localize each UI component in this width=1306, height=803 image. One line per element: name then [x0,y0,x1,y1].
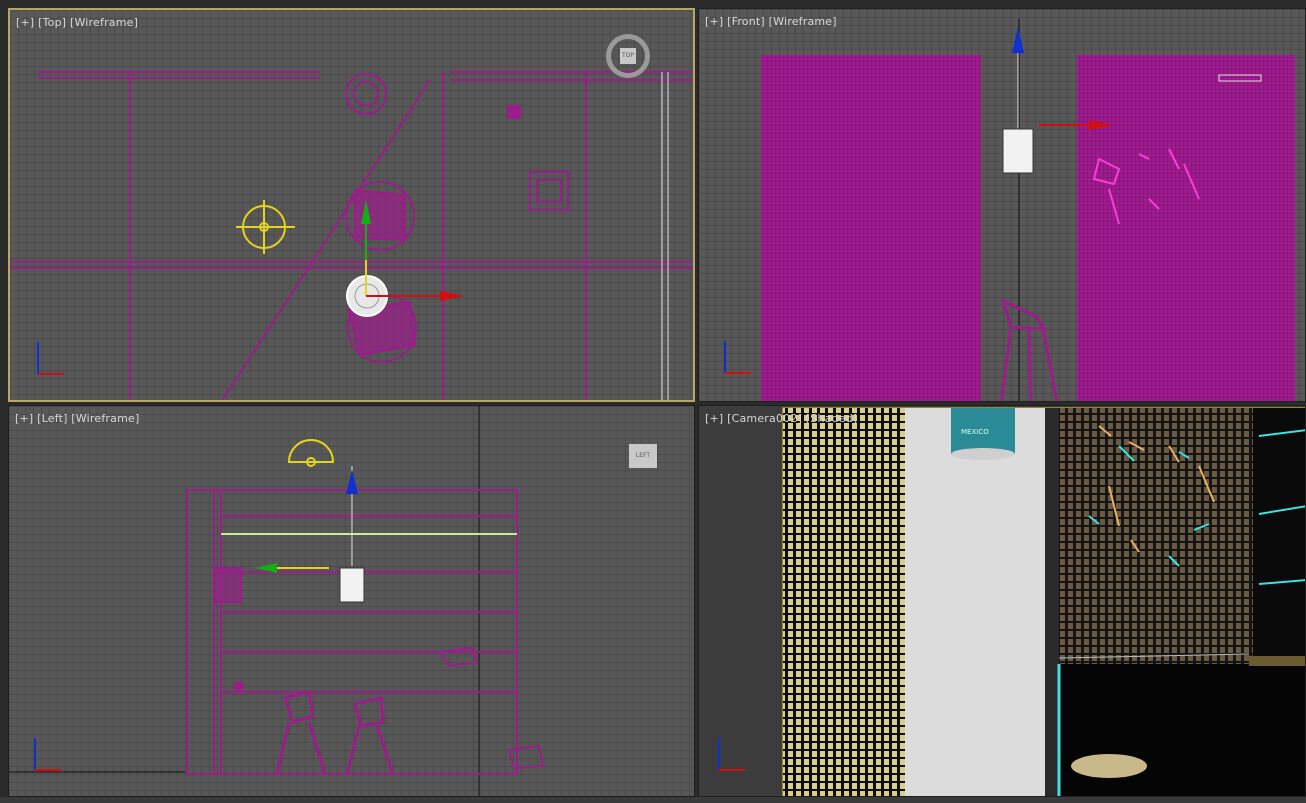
viewport-camera-scene[interactable]: MEXICO [699,406,1306,797]
viewport-top-plus-menu[interactable]: [+] [16,16,34,29]
viewport-left[interactable]: [+] [Left] [Wireframe] LEFT [8,405,695,797]
viewcube-left-face[interactable]: LEFT [629,444,657,468]
pendant-lamp-wire-left [339,567,365,603]
shelf-wire [186,489,545,775]
viewport-camera-mode-menu[interactable]: [Shaded] [806,412,858,425]
viewport-top-label[interactable]: [+] [Top] [Wireframe] [16,16,138,29]
viewcube-top-face[interactable]: TOP [620,48,636,64]
stools-side-wire [275,690,395,775]
viewport-front[interactable]: [+] [Front] [Wireframe] [698,8,1306,402]
tile-wall-left [783,408,905,796]
viewcube-left[interactable]: LEFT [615,440,675,480]
viewport-left-mode-menu[interactable]: [Wireframe] [71,412,139,425]
viewport-left-view-menu[interactable]: [Left] [37,412,67,425]
white-column [905,408,1045,796]
viewport-camera[interactable]: [+] [Camera002] [Shaded] MEXICO [698,405,1306,797]
tile-wall-right [1059,408,1253,664]
viewport-left-scene[interactable] [9,406,695,797]
bar-stool-wire [999,298,1059,401]
wall-panel-left [761,55,981,401]
viewport-top-scene[interactable] [10,10,695,402]
viewport-front-scene[interactable] [699,9,1306,402]
viewport-left-label[interactable]: [+] [Left] [Wireframe] [15,412,139,425]
stool-seat [1071,754,1147,778]
pendant-can: MEXICO [951,408,1015,460]
viewport-front-mode-menu[interactable]: [Wireframe] [769,15,837,28]
viewport-camera-view-menu[interactable]: [Camera002] [727,412,802,425]
viewport-camera-label[interactable]: [+] [Camera002] [Shaded] [705,412,857,425]
light-icon-left [287,439,335,467]
shelf-object [1249,656,1305,666]
viewport-camera-plus-menu[interactable]: [+] [705,412,723,425]
viewcube-top[interactable]: TOP [606,34,650,78]
viewport-front-view-menu[interactable]: [Front] [727,15,765,28]
viewport-top-mode-menu[interactable]: [Wireframe] [70,16,138,29]
viewport-top-view-menu[interactable]: [Top] [38,16,66,29]
bottom-bar [0,797,1306,803]
can-label: MEXICO [961,428,989,436]
light-icon [236,200,295,254]
viewport-top[interactable]: [+] [Top] [Wireframe] TOP [8,8,695,402]
pendant-lamp-wire [1002,128,1034,174]
viewport-left-plus-menu[interactable]: [+] [15,412,33,425]
viewport-front-label[interactable]: [+] [Front] [Wireframe] [705,15,837,28]
wall-panel-right [1077,55,1295,401]
viewport-front-plus-menu[interactable]: [+] [705,15,723,28]
